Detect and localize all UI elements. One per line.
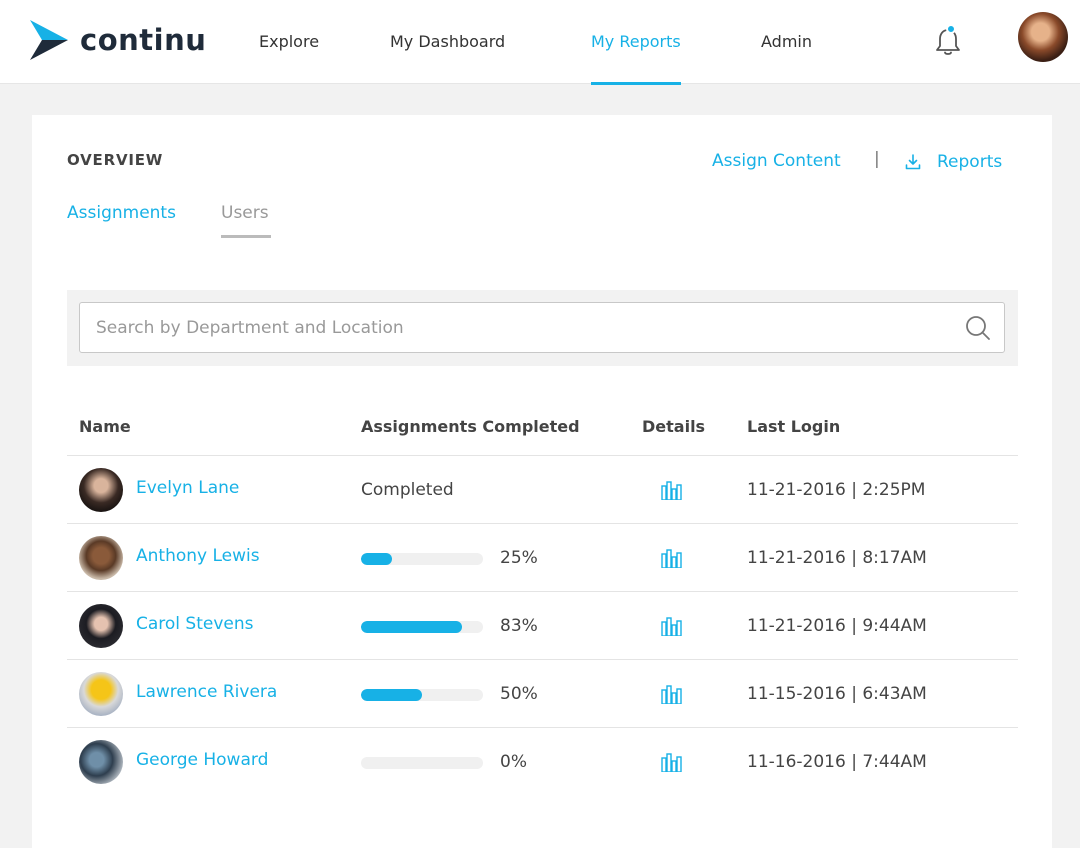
logo[interactable]: continu [30, 20, 206, 60]
avatar[interactable] [1018, 12, 1068, 62]
table-row: Lawrence Rivera 50% 11-15-2016 | 6:43AM [67, 659, 1018, 727]
search-area [67, 290, 1018, 366]
user-name-link[interactable]: George Howard [136, 750, 268, 770]
nav-explore[interactable]: Explore [259, 0, 319, 84]
progress-bar [361, 621, 483, 633]
progress-bar [361, 689, 483, 701]
avatar[interactable] [79, 536, 123, 580]
tab-users[interactable]: Users [221, 203, 269, 223]
progress-bar-fill [361, 553, 392, 565]
bar-chart-icon[interactable] [661, 616, 683, 636]
logo-arrow-icon [30, 20, 68, 60]
progress-bar [361, 757, 483, 769]
nav-my-reports[interactable]: My Reports [591, 0, 681, 85]
last-login: 11-15-2016 | 6:43AM [747, 684, 927, 704]
bar-chart-icon[interactable] [661, 480, 683, 500]
table-row: Carol Stevens 83% 11-21-2016 | 9:44AM [67, 591, 1018, 659]
table-row: Anthony Lewis 25% 11-21-2016 | 8:17AM [67, 523, 1018, 591]
progress-percent: 25% [500, 548, 538, 568]
progress-bar-fill [361, 689, 422, 701]
progress-bar [361, 553, 483, 565]
last-login: 11-21-2016 | 9:44AM [747, 616, 927, 636]
column-header-assignments-completed[interactable]: Assignments Completed [361, 417, 580, 436]
column-header-name[interactable]: Name [79, 417, 131, 436]
last-login: 11-21-2016 | 2:25PM [747, 480, 926, 500]
progress-bar-fill [361, 621, 463, 633]
logo-text: continu [80, 23, 207, 57]
download-icon[interactable] [904, 153, 922, 171]
tab-assignments[interactable]: Assignments [67, 203, 176, 223]
user-name-link[interactable]: Evelyn Lane [136, 478, 239, 498]
avatar[interactable] [79, 672, 123, 716]
top-navigation-bar: continu Explore My Dashboard My Reports … [0, 0, 1080, 85]
tab-active-indicator [221, 235, 271, 238]
progress-percent: 0% [500, 752, 527, 772]
notification-dot [946, 24, 956, 34]
search-input[interactable] [80, 303, 950, 352]
avatar[interactable] [79, 740, 123, 784]
table-row: George Howard 0% 11-16-2016 | 7:44AM [67, 727, 1018, 795]
bar-chart-icon[interactable] [661, 752, 683, 772]
page-title: OVERVIEW [67, 151, 164, 169]
nav-admin[interactable]: Admin [761, 0, 812, 84]
progress-percent: 50% [500, 684, 538, 704]
progress-percent: 83% [500, 616, 538, 636]
separator: | [874, 149, 880, 169]
table-row: Evelyn Lane Completed 11-21-2016 | 2:25PM [67, 455, 1018, 523]
last-login: 11-16-2016 | 7:44AM [747, 752, 927, 772]
search-box [79, 302, 1005, 353]
assign-content-link[interactable]: Assign Content [712, 151, 841, 171]
reports-link[interactable]: Reports [937, 152, 1002, 172]
overview-card: OVERVIEW Assign Content | Reports Assign… [32, 115, 1052, 848]
completed-status: Completed [361, 480, 454, 500]
bar-chart-icon[interactable] [661, 548, 683, 568]
user-name-link[interactable]: Lawrence Rivera [136, 682, 277, 702]
avatar[interactable] [79, 604, 123, 648]
column-header-last-login[interactable]: Last Login [747, 417, 840, 436]
last-login: 11-21-2016 | 8:17AM [747, 548, 927, 568]
avatar[interactable] [79, 468, 123, 512]
user-name-link[interactable]: Anthony Lewis [136, 546, 260, 566]
column-header-details[interactable]: Details [642, 417, 705, 436]
bar-chart-icon[interactable] [661, 684, 683, 704]
search-icon[interactable] [964, 314, 992, 342]
user-name-link[interactable]: Carol Stevens [136, 614, 254, 634]
nav-my-dashboard[interactable]: My Dashboard [390, 0, 505, 84]
